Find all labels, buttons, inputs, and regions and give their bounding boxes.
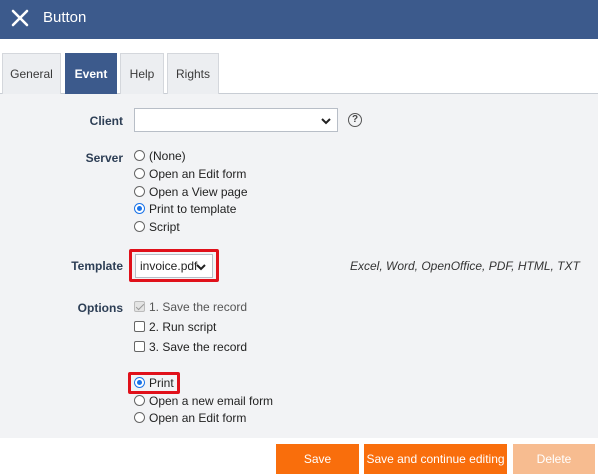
tab-rights[interactable]: Rights [167,53,219,94]
tab-event[interactable]: Event [65,53,117,94]
server-option-edit-form[interactable]: Open an Edit form [134,167,246,183]
server-option-label: Open a View page [149,185,248,199]
radio-checked-icon[interactable] [134,377,145,389]
radio-checked-icon[interactable] [134,203,145,215]
server-option-none[interactable]: (None) [134,149,186,165]
save-button[interactable]: Save [276,444,359,474]
after-option-label: Print [149,376,174,390]
help-icon[interactable]: ? [348,113,362,127]
footer: Save Save and continue editing Delete [0,438,598,476]
server-option-label: Script [149,220,180,234]
after-option-email-form[interactable]: Open a new email form [134,394,273,410]
radio-icon[interactable] [134,150,145,162]
server-option-print-template[interactable]: Print to template [134,202,236,218]
chevron-down-icon [321,118,331,125]
window-title: Button [43,9,87,26]
option-save-record-3[interactable]: 3. Save the record [134,340,247,356]
after-option-label: Open a new email form [149,394,274,408]
template-label: Template [71,259,123,273]
client-select[interactable] [134,108,338,132]
tab-help[interactable]: Help [120,53,164,94]
checkbox-icon[interactable] [134,321,145,333]
option-run-script[interactable]: 2. Run script [134,320,216,336]
template-hint: Excel, Word, OpenOffice, PDF, HTML, TXT [350,259,580,273]
options-label: Options [77,301,123,315]
tab-bar: General Event Help Rights [0,39,598,94]
client-label: Client [89,114,123,128]
tab-general[interactable]: General [2,53,61,94]
delete-button: Delete [513,444,595,474]
after-option-label: Open an Edit form [149,411,247,425]
server-label: Server [85,151,123,165]
option-save-record-1: 1. Save the record [134,300,247,316]
save-continue-button[interactable]: Save and continue editing [364,444,507,474]
radio-icon[interactable] [134,186,145,198]
title-bar: Button [0,0,598,39]
chevron-down-icon [196,264,206,271]
radio-icon[interactable] [134,168,145,180]
server-option-label: Print to template [149,202,237,216]
radio-icon[interactable] [134,221,145,233]
server-option-view-page[interactable]: Open a View page [134,185,248,201]
server-option-label: Open an Edit form [149,167,247,181]
checkbox-icon[interactable] [134,341,145,353]
option-label: 3. Save the record [149,340,248,354]
after-option-edit-form[interactable]: Open an Edit form [134,411,246,427]
template-select[interactable]: invoice.pdf [135,254,213,278]
radio-icon[interactable] [134,395,145,407]
template-select-value: invoice.pdf [140,259,198,273]
after-option-print[interactable]: Print [134,376,174,392]
radio-icon[interactable] [134,412,145,424]
option-label: 2. Run script [149,320,217,334]
option-label: 1. Save the record [149,300,248,314]
checkbox-checked-icon [134,301,145,313]
server-option-script[interactable]: Script [134,220,180,236]
close-icon[interactable] [8,6,32,30]
server-option-label: (None) [149,149,186,163]
